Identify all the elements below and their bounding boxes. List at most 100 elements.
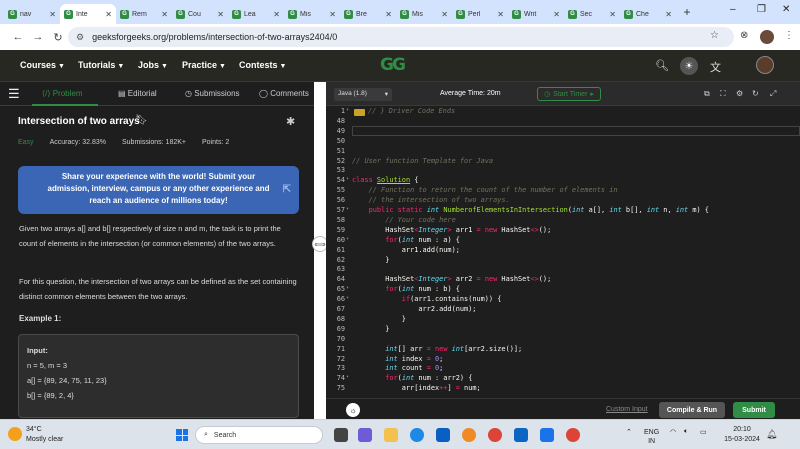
lightbulb-icon[interactable]: ☼ <box>346 403 360 417</box>
close-tab-icon[interactable]: ✕ <box>161 10 168 19</box>
wifi-icon[interactable]: ◠ <box>670 428 676 436</box>
language-select[interactable]: Java (1.8) ▾ <box>334 88 392 101</box>
browser-tab-label: Perl <box>468 10 481 18</box>
settings-icon[interactable]: ⚙ <box>736 89 743 98</box>
submit-button[interactable]: Submit <box>733 402 775 418</box>
theme-toggle-icon[interactable]: ☀ <box>680 57 698 75</box>
star-icon[interactable]: ☆ <box>710 30 719 41</box>
custom-input-link[interactable]: Custom Input <box>606 406 648 413</box>
extensions-icon[interactable]: ⊗ <box>740 30 748 41</box>
nav-contests-label: Contests <box>239 60 278 70</box>
show-hidden-icon[interactable]: ⌃ <box>626 428 632 436</box>
browser-tab[interactable]: G Che ✕ <box>620 4 676 24</box>
menu-icon[interactable]: ⋮ <box>784 30 794 41</box>
close-tab-icon[interactable]: ✕ <box>441 10 448 19</box>
site-info-icon[interactable]: ⚙ <box>76 32 84 43</box>
browser-tab[interactable]: G Perl ✕ <box>452 4 508 24</box>
tab-editorial[interactable]: ▤ Editorial <box>118 89 157 98</box>
close-tab-icon[interactable]: ✕ <box>553 10 560 19</box>
browser-tab-label: Sec <box>580 10 593 18</box>
linkedin-icon[interactable] <box>514 428 528 442</box>
browser-tab-label: Bre <box>356 10 367 18</box>
close-tab-icon[interactable]: ✕ <box>329 10 336 19</box>
close-tab-icon[interactable]: ✕ <box>49 10 56 19</box>
nav-contests[interactable]: Contests ▼ <box>239 60 286 70</box>
line-number: 48 <box>336 116 345 125</box>
language-indicator[interactable]: ENG IN <box>644 428 659 446</box>
start-timer-button[interactable]: ◷ Start Timer ▸ <box>537 87 601 101</box>
browser-tab[interactable]: G Mis ✕ <box>396 4 452 24</box>
close-tab-icon[interactable]: ✕ <box>609 10 616 19</box>
volume-icon[interactable]: 🔈︎ <box>684 428 688 436</box>
code-line: 60 ▾ for(int num : a) { <box>326 236 800 246</box>
store-icon[interactable] <box>436 428 450 442</box>
favicon-icon: G <box>64 9 73 19</box>
user-avatar[interactable] <box>756 56 774 74</box>
close-tab-icon[interactable]: ✕ <box>217 10 224 19</box>
browser-tab[interactable]: G Cou ✕ <box>172 4 228 24</box>
compile-run-button[interactable]: Compile & Run <box>659 402 725 418</box>
nav-courses[interactable]: Courses ▼ <box>20 60 65 70</box>
close-window-icon[interactable]: ✕ <box>782 4 790 15</box>
browser-tab[interactable]: G Sec ✕ <box>564 4 620 24</box>
browser-tab[interactable]: G Writ ✕ <box>508 4 564 24</box>
minimize-icon[interactable]: – <box>730 4 736 15</box>
restore-icon[interactable]: ❐ <box>757 4 766 15</box>
windows-start-icon[interactable] <box>176 429 188 441</box>
temperature: 34°C <box>26 426 42 433</box>
close-tab-icon[interactable]: ✕ <box>497 10 504 19</box>
code-area[interactable]: 1 ▾ // } Driver Code Ends 48 49 50 51 52 // User… <box>326 106 800 398</box>
fold-chevron-icon[interactable]: ▾ <box>346 107 352 113</box>
battery-icon[interactable]: ▭ <box>700 428 707 436</box>
code-text: int index = 0; <box>385 354 444 363</box>
translate-icon[interactable]: 文 <box>710 59 721 75</box>
code-line: 54 ▾ class Solution { <box>326 176 800 186</box>
bug-report-icon[interactable]: ✱ <box>286 115 295 128</box>
search-icon[interactable]: 🔍︎ <box>655 59 669 72</box>
browser-tab[interactable]: G Rem ✕ <box>116 4 172 24</box>
code-line: 48 <box>326 117 800 127</box>
camera-icon[interactable] <box>540 428 554 442</box>
notification-bell-icon[interactable]: 🔔︎ <box>766 429 777 440</box>
close-tab-icon[interactable]: ✕ <box>273 10 280 19</box>
browser-tab[interactable]: G Lea ✕ <box>228 4 284 24</box>
edge-icon[interactable] <box>410 428 424 442</box>
close-tab-icon[interactable]: ✕ <box>665 10 672 19</box>
browser-tab[interactable]: Gnav ✕ <box>4 4 60 24</box>
file-explorer-icon[interactable] <box>384 428 398 442</box>
chat-icon[interactable] <box>358 428 372 442</box>
share-experience-banner[interactable]: Share your experience with the world! Su… <box>18 166 299 214</box>
reset-icon[interactable]: ↻ <box>752 89 759 98</box>
task-view-icon[interactable] <box>334 428 348 442</box>
copy-icon[interactable]: ⧉ <box>704 89 710 99</box>
close-tab-icon[interactable]: ✕ <box>105 10 112 19</box>
chrome-icon[interactable] <box>488 428 502 442</box>
gfg-logo[interactable]: GG <box>380 55 406 75</box>
browser-profile-avatar[interactable] <box>760 30 774 44</box>
tab-problem[interactable]: ⟨/⟩ Problem <box>42 89 82 98</box>
chevron-down-icon: ▼ <box>161 63 168 70</box>
new-tab-button[interactable]: + <box>678 5 696 19</box>
clock[interactable]: 20:10 15-03-2024 <box>722 425 762 445</box>
folded-code-marker-icon[interactable] <box>354 109 365 116</box>
url-field[interactable]: ⚙ geeksforgeeks.org/problems/intersectio… <box>68 27 734 47</box>
chrome-profile-icon[interactable] <box>566 428 580 442</box>
back-icon[interactable]: ← <box>8 31 28 43</box>
nav-jobs[interactable]: Jobs ▼ <box>138 60 168 70</box>
browser-tab[interactable]: G Mis ✕ <box>284 4 340 24</box>
reload-icon[interactable]: ↻ <box>48 31 68 44</box>
tab-comments[interactable]: ◯ Comments <box>259 89 309 98</box>
browser-tab[interactable]: G Bre ✕ <box>340 4 396 24</box>
close-tab-icon[interactable]: ✕ <box>385 10 392 19</box>
nav-tutorials[interactable]: Tutorials ▼ <box>78 60 124 70</box>
expand-icon[interactable]: ⤢ <box>770 89 776 99</box>
taskbar-search[interactable]: ⌕ Search <box>195 426 323 444</box>
browser-tab[interactable]: G Inte ✕ <box>60 4 116 24</box>
forward-icon[interactable]: → <box>28 31 48 43</box>
tab-submissions[interactable]: ◷ Submissions <box>185 89 240 98</box>
bookmark-icon[interactable]: 🔖︎ <box>135 115 148 126</box>
fullscreen-icon[interactable]: ⛶ <box>720 89 726 99</box>
paint-icon[interactable] <box>462 428 476 442</box>
hamburger-icon[interactable]: ☰ <box>8 86 20 102</box>
nav-practice[interactable]: Practice ▼ <box>182 60 226 70</box>
